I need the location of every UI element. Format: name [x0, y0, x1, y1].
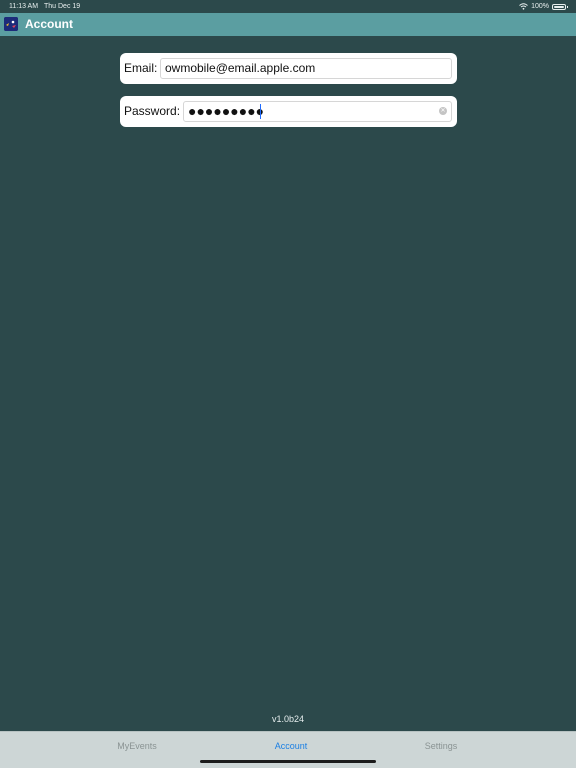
email-label: Email: — [124, 61, 158, 75]
app-logo-icon — [4, 17, 18, 31]
password-label: Password: — [124, 104, 181, 118]
status-date: Thu Dec 19 — [44, 3, 81, 10]
password-value: ●●●●●●●●● — [188, 103, 265, 119]
tab-settings[interactable]: Settings — [345, 732, 537, 760]
battery-percent: 100% — [531, 3, 549, 10]
version-label: v1.0b24 — [271, 714, 305, 724]
page-title: Account — [25, 17, 73, 31]
email-value: owmobile@email.apple.com — [165, 61, 316, 75]
status-time: 11:13 AM — [9, 3, 39, 10]
email-field[interactable]: owmobile@email.apple.com — [160, 58, 452, 79]
wifi-icon — [519, 3, 528, 10]
nav-bar: Account — [0, 13, 576, 36]
password-row: Password: ●●●●●●●●● ✕ — [120, 96, 457, 127]
status-indicators: 100% — [519, 0, 568, 13]
battery-icon — [552, 3, 568, 10]
account-screen: 11:13 AM Thu Dec 19 100% Account Email: … — [0, 0, 576, 768]
status-bar: 11:13 AM Thu Dec 19 100% — [0, 0, 576, 13]
email-row: Email: owmobile@email.apple.com — [120, 53, 457, 84]
text-cursor — [260, 104, 261, 119]
password-field[interactable]: ●●●●●●●●● ✕ — [183, 101, 452, 122]
home-indicator — [200, 760, 376, 763]
clear-icon[interactable]: ✕ — [439, 107, 447, 115]
